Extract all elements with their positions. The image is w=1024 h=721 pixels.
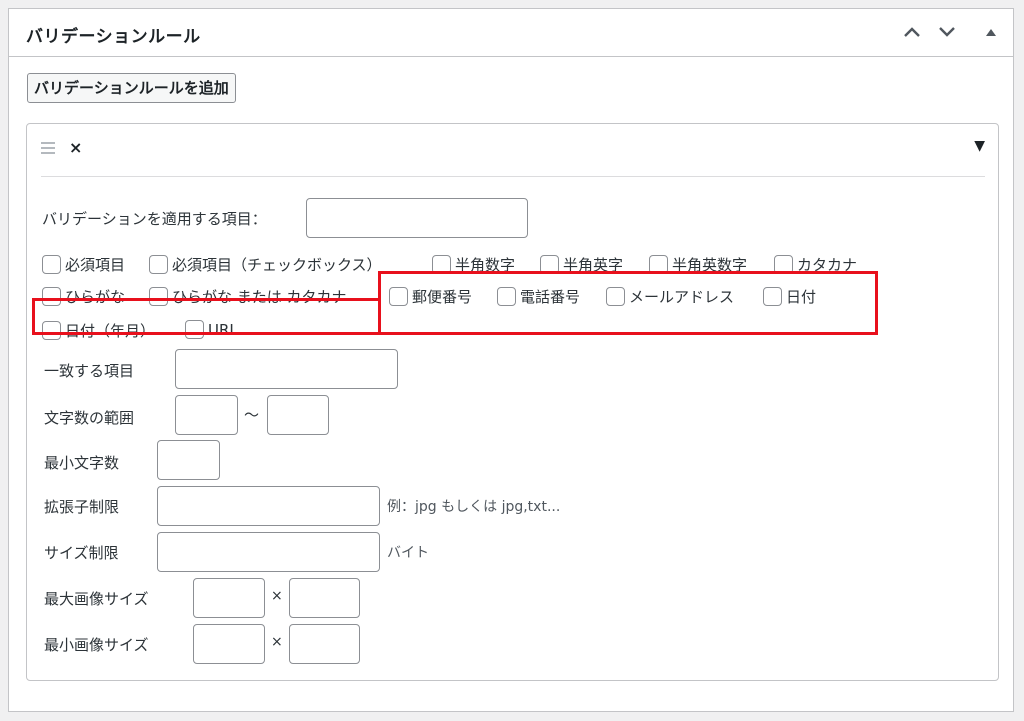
target-field-label: バリデーションを適用する項目： bbox=[42, 210, 267, 228]
checkbox-postal-code[interactable]: 郵便番号 bbox=[389, 286, 472, 307]
length-min-input[interactable] bbox=[175, 395, 238, 435]
checkbox-box[interactable] bbox=[649, 255, 668, 274]
checkbox-hiragana-or-katakana[interactable]: ひらがな または カタカナ bbox=[149, 286, 347, 307]
checkbox-half-width-alpha[interactable]: 半角英字 bbox=[540, 254, 623, 275]
max-image-width-input[interactable] bbox=[193, 578, 265, 618]
checkbox-box[interactable] bbox=[42, 255, 61, 274]
checkbox-label: ひらがな bbox=[65, 288, 126, 306]
checkbox-box[interactable] bbox=[432, 255, 451, 274]
checkbox-url[interactable]: URL bbox=[185, 320, 238, 339]
chevron-up-icon[interactable] bbox=[901, 21, 923, 43]
rule-header: × ▼ bbox=[41, 124, 985, 177]
size-limit-label: サイズ制限 bbox=[44, 544, 119, 562]
checkbox-label: 郵便番号 bbox=[412, 288, 473, 306]
checkbox-box[interactable] bbox=[42, 321, 61, 340]
checkbox-label: 日付（年月） bbox=[65, 322, 156, 340]
validation-rule-panel: × ▼ バリデーションを適用する項目： 必須項目 必須項目（チェックボックス） … bbox=[26, 123, 999, 681]
checkbox-label: 日付 bbox=[786, 288, 817, 306]
match-field-input[interactable] bbox=[175, 349, 398, 389]
checkbox-box[interactable] bbox=[763, 287, 782, 306]
checkbox-box[interactable] bbox=[389, 287, 408, 306]
checkbox-box[interactable] bbox=[497, 287, 516, 306]
min-length-input[interactable] bbox=[157, 440, 220, 480]
checkbox-box[interactable] bbox=[42, 287, 61, 306]
checkbox-label: 半角英字 bbox=[563, 256, 624, 274]
chevron-down-icon[interactable] bbox=[936, 21, 958, 43]
checkbox-label: 必須項目 bbox=[65, 256, 126, 274]
checkbox-box[interactable] bbox=[149, 287, 168, 306]
checkbox-label: 電話番号 bbox=[520, 288, 581, 306]
extension-input[interactable] bbox=[157, 486, 380, 526]
times-sign: × bbox=[271, 634, 283, 650]
metabox-header: バリデーションルール bbox=[9, 9, 1013, 57]
rule-toggle-icon[interactable]: ▼ bbox=[974, 138, 985, 154]
min-image-size-label: 最小画像サイズ bbox=[44, 636, 149, 654]
length-range-label: 文字数の範囲 bbox=[44, 409, 135, 427]
times-sign: × bbox=[271, 588, 283, 604]
checkbox-half-width-alphanumeric[interactable]: 半角英数字 bbox=[649, 254, 747, 275]
checkbox-date[interactable]: 日付 bbox=[763, 286, 816, 307]
checkbox-katakana[interactable]: カタカナ bbox=[774, 254, 857, 275]
checkbox-required[interactable]: 必須項目 bbox=[42, 254, 125, 275]
validation-rules-metabox: バリデーションルール バリデーションルールを追加 × ▼ バリデーションを適用す… bbox=[8, 8, 1014, 712]
checkbox-half-width-numbers[interactable]: 半角数字 bbox=[432, 254, 515, 275]
remove-rule-button[interactable]: × bbox=[69, 138, 82, 157]
min-image-width-input[interactable] bbox=[193, 624, 265, 664]
min-length-label: 最小文字数 bbox=[44, 454, 120, 472]
extension-label: 拡張子制限 bbox=[44, 498, 120, 516]
size-limit-input[interactable] bbox=[157, 532, 380, 572]
checkbox-label: 半角数字 bbox=[455, 256, 516, 274]
max-image-height-input[interactable] bbox=[289, 578, 360, 618]
checkbox-year-month[interactable]: 日付（年月） bbox=[42, 320, 155, 341]
drag-handle-icon[interactable] bbox=[41, 142, 55, 157]
min-image-height-input[interactable] bbox=[289, 624, 360, 664]
checkbox-label: ひらがな または カタカナ bbox=[172, 288, 347, 306]
checkbox-label: 半角英数字 bbox=[672, 256, 748, 274]
checkbox-box[interactable] bbox=[149, 255, 168, 274]
checkbox-label: 必須項目（チェックボックス） bbox=[172, 256, 382, 274]
match-field-label: 一致する項目 bbox=[44, 362, 135, 380]
extension-hint: 例：jpg もしくは jpg,txt... bbox=[387, 499, 561, 515]
checkbox-box[interactable] bbox=[185, 320, 204, 339]
range-separator: 〜 bbox=[244, 406, 260, 424]
checkbox-box[interactable] bbox=[540, 255, 559, 274]
checkbox-email[interactable]: メールアドレス bbox=[606, 286, 734, 307]
add-validation-rule-button[interactable]: バリデーションルールを追加 bbox=[27, 73, 236, 103]
length-max-input[interactable] bbox=[267, 395, 329, 435]
checkbox-box[interactable] bbox=[774, 255, 793, 274]
checkbox-hiragana[interactable]: ひらがな bbox=[42, 286, 125, 307]
max-image-size-label: 最大画像サイズ bbox=[44, 590, 149, 608]
checkbox-required-checkbox[interactable]: 必須項目（チェックボックス） bbox=[149, 254, 382, 275]
checkbox-label: カタカナ bbox=[797, 256, 858, 274]
metabox-title: バリデーションルール bbox=[26, 27, 201, 47]
size-unit: バイト bbox=[387, 545, 429, 561]
checkbox-box[interactable] bbox=[606, 287, 625, 306]
triangle-up-icon[interactable] bbox=[980, 21, 1002, 43]
checkbox-label: URL bbox=[208, 320, 238, 339]
target-field-input[interactable] bbox=[306, 198, 528, 238]
checkbox-label: メールアドレス bbox=[629, 288, 735, 306]
checkbox-phone-number[interactable]: 電話番号 bbox=[497, 286, 580, 307]
